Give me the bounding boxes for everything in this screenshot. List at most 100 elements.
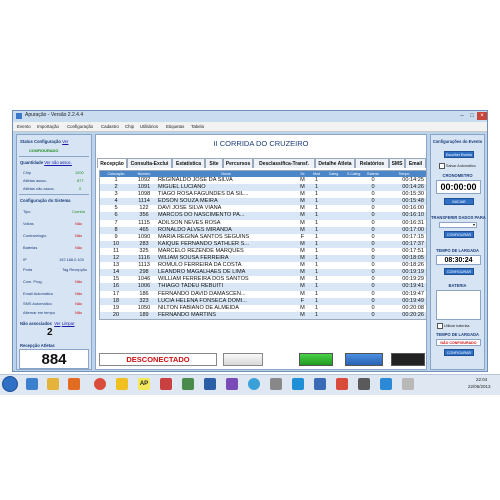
table-row[interactable]: 9 1090 MARIA REGINA SANTOS SEGUINS F 1 0 00:17… xyxy=(100,233,426,241)
table-row[interactable]: 3 1098 TIAGO ROSA FAGUNDES DA SIL... M 1 0 00:… xyxy=(100,191,426,199)
tab-consulta-exclui[interactable]: Consulta-Exclui xyxy=(127,158,172,168)
folder-icon[interactable] xyxy=(47,378,59,390)
table-cell: 1098 xyxy=(132,191,156,199)
table-cell: F xyxy=(296,297,309,305)
tab-relatorios[interactable]: Relatórios xyxy=(355,158,389,168)
table-cell: 0 xyxy=(364,184,382,192)
table-row[interactable]: 4 1114 EDSON SOUZA MEIRA M 1 0 00:15:48 xyxy=(100,198,426,206)
table-row[interactable]: 14 298 LEANDRO MAGALHAES DE LIMA M 1 0 00:19:1… xyxy=(100,269,426,277)
action-button-2[interactable] xyxy=(299,353,333,366)
app-icon-8[interactable] xyxy=(336,378,348,390)
table-cell xyxy=(324,177,344,185)
tab-desclassifica[interactable]: Desclassifica-Transf. xyxy=(253,158,315,168)
chrome-icon[interactable] xyxy=(94,378,106,390)
table-cell xyxy=(324,283,344,291)
tab-email[interactable]: Email xyxy=(405,158,426,168)
table-cell: WILIAM SOUSA FERREIRA xyxy=(156,255,296,263)
table-cell xyxy=(324,262,344,270)
table-row[interactable]: 18 323 LUCIA HELENA FONSECA DOMI... F 1 0 00:1… xyxy=(100,297,426,305)
maximize-button[interactable]: □ xyxy=(467,112,477,120)
tab-detalhe-atleta[interactable]: Detalhe Atleta xyxy=(315,158,355,168)
menu-cadastro[interactable]: Cadastro xyxy=(101,124,119,129)
app-taskbar-icon[interactable]: AP xyxy=(138,378,150,390)
transfer-select[interactable]: ▾ xyxy=(439,222,477,228)
table-row[interactable]: 8 465 RONALDO ALVES MIRANDA M 1 0 00:17:00 xyxy=(100,226,426,234)
app-icon-3[interactable] xyxy=(182,378,194,390)
minimize-button[interactable]: – xyxy=(457,112,467,120)
app-icon-9[interactable] xyxy=(358,378,370,390)
table-row[interactable]: 2 1091 MIGUEL LUCIANO M 1 0 00:14:26 xyxy=(100,184,426,192)
tab-sms[interactable]: SMS xyxy=(389,158,405,168)
quantity-ver-link[interactable]: Ver não assoc. xyxy=(44,160,72,165)
table-row[interactable]: 19 1050 NILTON FABIANO DE ALMEIDA M 1 0 00:20:… xyxy=(100,304,426,312)
table-row[interactable]: 13 1113 ROMULO FERREIRA DA COSTA M 1 0 00:18:2… xyxy=(100,262,426,270)
app-icon-10[interactable] xyxy=(380,378,392,390)
app-icon-4[interactable] xyxy=(204,378,216,390)
menu-configuracao[interactable]: Configuração xyxy=(67,124,93,129)
app-icon-2[interactable] xyxy=(160,378,172,390)
table-cell xyxy=(344,247,364,256)
table-row[interactable]: 16 1006 THIAGO TADEU REBUITI M 1 0 00:19:41 xyxy=(100,283,426,291)
table-cell: WILLIAM FERREIRA DOS SANTOS xyxy=(156,276,296,284)
word-icon[interactable] xyxy=(314,378,326,390)
table-cell: 00:17:51 xyxy=(382,247,426,256)
menu-chip[interactable]: Chip xyxy=(125,124,134,129)
table-cell xyxy=(324,233,344,241)
table-cell: 0 xyxy=(364,304,382,312)
table-row[interactable]: 11 325 MARCELO REZENDE MARQUES M 1 0 00:17:51 xyxy=(100,247,426,256)
table-row[interactable]: 7 1115 ADILSON NEVES ROSA M 1 0 00:16:31 xyxy=(100,219,426,227)
start-button-orb[interactable] xyxy=(2,376,18,392)
table-row[interactable]: 10 283 KAIQUE FERNANDO SATHLER S... M 1 0 00:1… xyxy=(100,240,426,248)
tab-percursos[interactable]: Percursos xyxy=(223,158,253,168)
menu-utilitarios[interactable]: Utilitários xyxy=(140,124,158,129)
action-button-1[interactable] xyxy=(223,353,263,366)
table-cell xyxy=(344,205,364,213)
unassoc-clear-link[interactable]: Limpar xyxy=(62,321,75,326)
app-icon-7[interactable] xyxy=(270,378,282,390)
menu-etiquetas[interactable]: Etiquetas xyxy=(166,124,184,129)
app-icon-6[interactable] xyxy=(248,378,260,390)
table-cell: 1091 xyxy=(132,184,156,192)
table-row[interactable]: 15 1046 WILLIAM FERREIRA DOS SANTOS M 1 0 00:1… xyxy=(100,276,426,284)
table-cell: 1092 xyxy=(132,177,156,185)
table-row[interactable]: 5 122 DAVI JOSE SILVA VIANA M 1 0 00:16:00 xyxy=(100,205,426,213)
action-button-4[interactable] xyxy=(391,353,425,366)
unassoc-ver-link[interactable]: Ver xyxy=(54,321,60,326)
table-cell: 6 xyxy=(100,212,132,220)
files-icon[interactable] xyxy=(116,378,128,390)
menu-importacao[interactable]: Importação xyxy=(37,124,59,129)
table-row[interactable]: 17 186 FERNANDO DAVID DAMASCEN... M 1 0 00:19:… xyxy=(100,290,426,298)
tab-estatistica[interactable]: Estatística xyxy=(172,158,205,168)
app-icon-11[interactable] xyxy=(402,378,414,390)
skype-icon[interactable] xyxy=(292,378,304,390)
table-cell: 1 xyxy=(309,255,324,263)
tab-site[interactable]: Site xyxy=(205,158,223,168)
menu-tabela[interactable]: Tabela xyxy=(191,124,204,129)
action-button-3[interactable] xyxy=(345,353,383,366)
media-icon[interactable] xyxy=(68,378,80,390)
table-cell: 00:19:49 xyxy=(382,297,426,305)
close-button[interactable]: × xyxy=(477,112,487,120)
table-cell: FERNANDO DAVID DAMASCEN... xyxy=(156,290,296,298)
auto-save-checkbox[interactable]: Salvar Automático xyxy=(439,163,476,169)
table-row[interactable]: 12 1116 WILIAM SOUSA FERREIRA M 1 0 00:18:05 xyxy=(100,255,426,263)
table-row[interactable]: 6 356 MARCOS DO NASCIMENTO PA... M 1 0 00:16:1… xyxy=(100,212,426,220)
table-cell: 1 xyxy=(309,290,324,298)
tab-recepcao[interactable]: Recepção xyxy=(97,158,127,168)
status-value: CONFIGURADO xyxy=(29,148,59,153)
table-row[interactable]: 1 1092 REGINALDO JOSE DA SILVA M 1 0 00:14:25 xyxy=(100,177,426,185)
status-ver-link[interactable]: Ver xyxy=(62,139,68,144)
table-row[interactable]: 20 189 FERNANDO MARTINS M 1 0 00:20:26 xyxy=(100,311,426,319)
choose-event-button[interactable]: Escolher Evento xyxy=(444,151,474,158)
browser-icon[interactable] xyxy=(26,378,38,390)
battery-checkbox[interactable]: Utilizar baterias xyxy=(437,323,469,329)
table-cell: 325 xyxy=(132,247,156,256)
app-icon-5[interactable] xyxy=(226,378,238,390)
menu-evento[interactable]: Evento xyxy=(17,124,31,129)
checkbox-icon xyxy=(437,323,443,329)
start-time-config-button[interactable]: CONFIGURAR xyxy=(444,268,474,275)
start-time-config-button-2[interactable]: CONFIGURAR xyxy=(444,349,474,356)
start-button[interactable]: INICIAR xyxy=(444,198,474,205)
table-cell: 00:16:31 xyxy=(382,219,426,227)
transfer-config-button[interactable]: CONFIGURAR xyxy=(444,231,474,238)
